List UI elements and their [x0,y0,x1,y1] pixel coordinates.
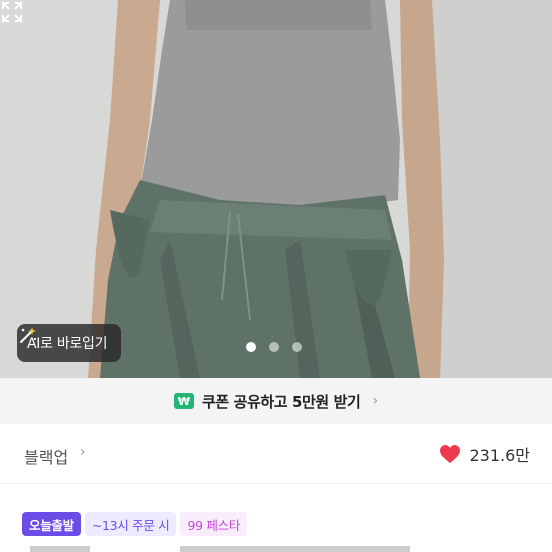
chevron-right-icon: › [80,444,86,460]
order-cutoff-badge: ~13시 주문 시 [84,512,177,536]
coupon-banner-text: 쿠폰 공유하고 5만원 받기 [201,392,361,411]
brand-name-link[interactable]: 블랙업 [24,444,68,468]
cropped-title-text [30,546,410,552]
product-image-carousel[interactable]: AI로 바로입기 [0,0,552,378]
pager-dot[interactable] [246,342,256,352]
magic-wand-icon [20,327,37,343]
chevron-right-icon: › [372,393,379,409]
festa-badge: 99 페스타 [180,512,248,536]
ai-try-on-label: AI로 바로입기 [27,336,108,352]
today-shipping-badge: 오늘출발 [22,512,81,536]
product-brand-row: 블랙업 › 231.6만 [0,424,552,484]
product-photo [0,0,552,378]
pager-dot[interactable] [292,342,302,352]
carousel-pager [246,342,302,352]
heart-icon [440,445,461,463]
pager-dot[interactable] [269,342,279,352]
ai-try-on-button[interactable]: AI로 바로입기 [17,324,122,362]
badge-row: 오늘출발 ~13시 주문 시 99 페스타 [22,512,248,536]
won-coupon-icon: ₩ [173,393,194,409]
expand-icon[interactable] [0,0,24,24]
coupon-share-banner[interactable]: ₩ 쿠폰 공유하고 5만원 받기 › [0,378,552,424]
like-button[interactable]: 231.6만 [439,442,530,466]
like-count: 231.6만 [469,446,530,465]
